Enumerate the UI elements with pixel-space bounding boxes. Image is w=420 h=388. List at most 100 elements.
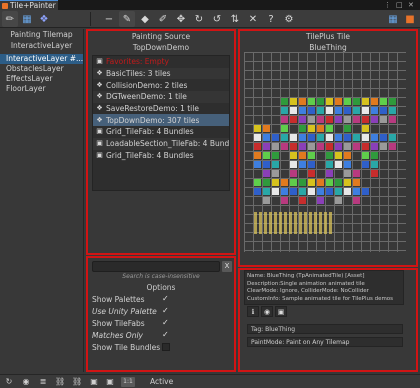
link-icon[interactable]: ⛓ bbox=[72, 377, 82, 387]
palette-tile[interactable] bbox=[272, 170, 279, 177]
palette-tile[interactable] bbox=[317, 179, 324, 186]
palette-tile[interactable] bbox=[317, 125, 324, 132]
eye-icon[interactable]: ◉ bbox=[21, 377, 31, 387]
palette-tile[interactable] bbox=[317, 197, 324, 204]
palette-tile[interactable] bbox=[344, 116, 351, 123]
maximize-icon[interactable]: □ bbox=[396, 1, 403, 9]
palette-tile[interactable] bbox=[326, 170, 333, 177]
palette-tile[interactable] bbox=[326, 179, 333, 186]
palette-tile[interactable] bbox=[290, 170, 297, 177]
option-use-unity-palette[interactable]: Use Unity Palette ✓ bbox=[92, 305, 232, 317]
palette-tile[interactable] bbox=[344, 152, 351, 159]
palette-tile[interactable] bbox=[380, 98, 387, 105]
palette-tile[interactable] bbox=[308, 116, 315, 123]
palette-tile[interactable] bbox=[335, 197, 342, 204]
option-show-palettes[interactable]: Show Palettes ✓ bbox=[92, 293, 232, 305]
flip-button[interactable]: ⇅ bbox=[227, 11, 243, 27]
grid-mode-button[interactable]: ▦ bbox=[19, 11, 35, 27]
palette-tile[interactable] bbox=[281, 179, 288, 186]
palette-tile[interactable] bbox=[272, 134, 279, 141]
palette-tile[interactable] bbox=[326, 125, 333, 132]
palette-tile[interactable] bbox=[272, 179, 279, 186]
palette-tile[interactable] bbox=[362, 116, 369, 123]
palette-tile[interactable] bbox=[389, 143, 396, 150]
palette-tile[interactable] bbox=[371, 116, 378, 123]
palette-tile[interactable] bbox=[353, 134, 360, 141]
move-tool-button[interactable]: ✥ bbox=[173, 11, 189, 27]
paint-mode-button[interactable]: ✏ bbox=[2, 11, 18, 27]
palette-tile[interactable] bbox=[326, 161, 333, 168]
palette-tile[interactable] bbox=[281, 197, 288, 204]
palette-tile[interactable] bbox=[308, 179, 315, 186]
palette-tile[interactable] bbox=[326, 107, 333, 114]
palette-tile[interactable] bbox=[353, 188, 360, 195]
palette-tile[interactable] bbox=[389, 116, 396, 123]
list-icon[interactable]: ≣ bbox=[38, 377, 48, 387]
list-item[interactable]: ❖ DGTweenDemo: 1 tile bbox=[93, 91, 229, 103]
focus-button[interactable]: ■ bbox=[402, 11, 418, 27]
palette-tile[interactable] bbox=[254, 152, 261, 159]
search-clear-button[interactable]: X bbox=[222, 261, 232, 272]
palette-tile[interactable] bbox=[335, 134, 342, 141]
erase-tool-button[interactable]: ◆ bbox=[137, 11, 153, 27]
palette-tile[interactable] bbox=[353, 107, 360, 114]
palette-tile[interactable] bbox=[371, 107, 378, 114]
palette-tile[interactable] bbox=[308, 188, 315, 195]
palette-tile[interactable] bbox=[290, 143, 297, 150]
palette-tile[interactable] bbox=[380, 143, 387, 150]
palette-tile[interactable] bbox=[317, 134, 324, 141]
palette-tile[interactable] bbox=[371, 152, 378, 159]
palette-tile[interactable] bbox=[281, 116, 288, 123]
palette-tile[interactable] bbox=[272, 188, 279, 195]
help-button[interactable]: ? bbox=[263, 11, 279, 27]
palette-tile[interactable] bbox=[299, 188, 306, 195]
palette-tile[interactable] bbox=[308, 152, 315, 159]
settings-button[interactable]: ⚙ bbox=[281, 11, 297, 27]
palette-tile[interactable] bbox=[290, 116, 297, 123]
list-item[interactable]: ▣ Grid_TileFab: 4 Bundles bbox=[93, 150, 229, 162]
palette-tile[interactable] bbox=[299, 143, 306, 150]
palette-tile[interactable] bbox=[317, 143, 324, 150]
window-tab[interactable]: Tile+Painter bbox=[0, 0, 58, 10]
palette-tile[interactable] bbox=[299, 107, 306, 114]
palette-tile[interactable] bbox=[281, 134, 288, 141]
grid-toggle-button[interactable]: ▦ bbox=[385, 11, 401, 27]
palette-tile[interactable] bbox=[290, 107, 297, 114]
palette-tile[interactable] bbox=[299, 125, 306, 132]
pick-tool-button[interactable]: ✐ bbox=[155, 11, 171, 27]
palette-tile[interactable] bbox=[371, 170, 378, 177]
palette-tile[interactable] bbox=[335, 152, 342, 159]
palette-tile[interactable] bbox=[335, 107, 342, 114]
palette-tile[interactable] bbox=[362, 125, 369, 132]
tile-palette-grid[interactable] bbox=[244, 52, 406, 252]
palette-tile[interactable] bbox=[380, 134, 387, 141]
palette-tile[interactable] bbox=[353, 116, 360, 123]
palette-tile[interactable] bbox=[362, 161, 369, 168]
box-icon[interactable]: ▣ bbox=[89, 377, 99, 387]
palette-tile[interactable] bbox=[263, 188, 270, 195]
palette-tile[interactable] bbox=[317, 107, 324, 114]
palette-tile[interactable] bbox=[290, 98, 297, 105]
palette-mode-button[interactable]: ❖ bbox=[36, 11, 52, 27]
checkbox[interactable] bbox=[162, 343, 170, 351]
palette-tile[interactable] bbox=[389, 107, 396, 114]
palette-tile[interactable] bbox=[362, 107, 369, 114]
palette-tile[interactable] bbox=[290, 179, 297, 186]
checkbox[interactable]: ✓ bbox=[162, 319, 170, 327]
palette-tile[interactable] bbox=[344, 107, 351, 114]
palette-tile[interactable] bbox=[308, 107, 315, 114]
option-show-tilefabs[interactable]: Show TileFabs ✓ bbox=[92, 317, 232, 329]
palette-tile[interactable] bbox=[299, 197, 306, 204]
palette-tile[interactable] bbox=[263, 179, 270, 186]
layer-item[interactable]: EffectsLayer bbox=[0, 74, 83, 84]
palette-tile[interactable] bbox=[344, 161, 351, 168]
palette-tile[interactable] bbox=[326, 188, 333, 195]
palette-tile[interactable] bbox=[326, 116, 333, 123]
palette-tile[interactable] bbox=[299, 152, 306, 159]
palette-tile[interactable] bbox=[335, 188, 342, 195]
search-input[interactable] bbox=[92, 261, 220, 272]
paint-tool-button[interactable]: ✎ bbox=[119, 11, 135, 27]
palette-tile[interactable] bbox=[263, 134, 270, 141]
checkbox[interactable]: ✓ bbox=[162, 307, 170, 315]
palette-tile[interactable] bbox=[326, 143, 333, 150]
